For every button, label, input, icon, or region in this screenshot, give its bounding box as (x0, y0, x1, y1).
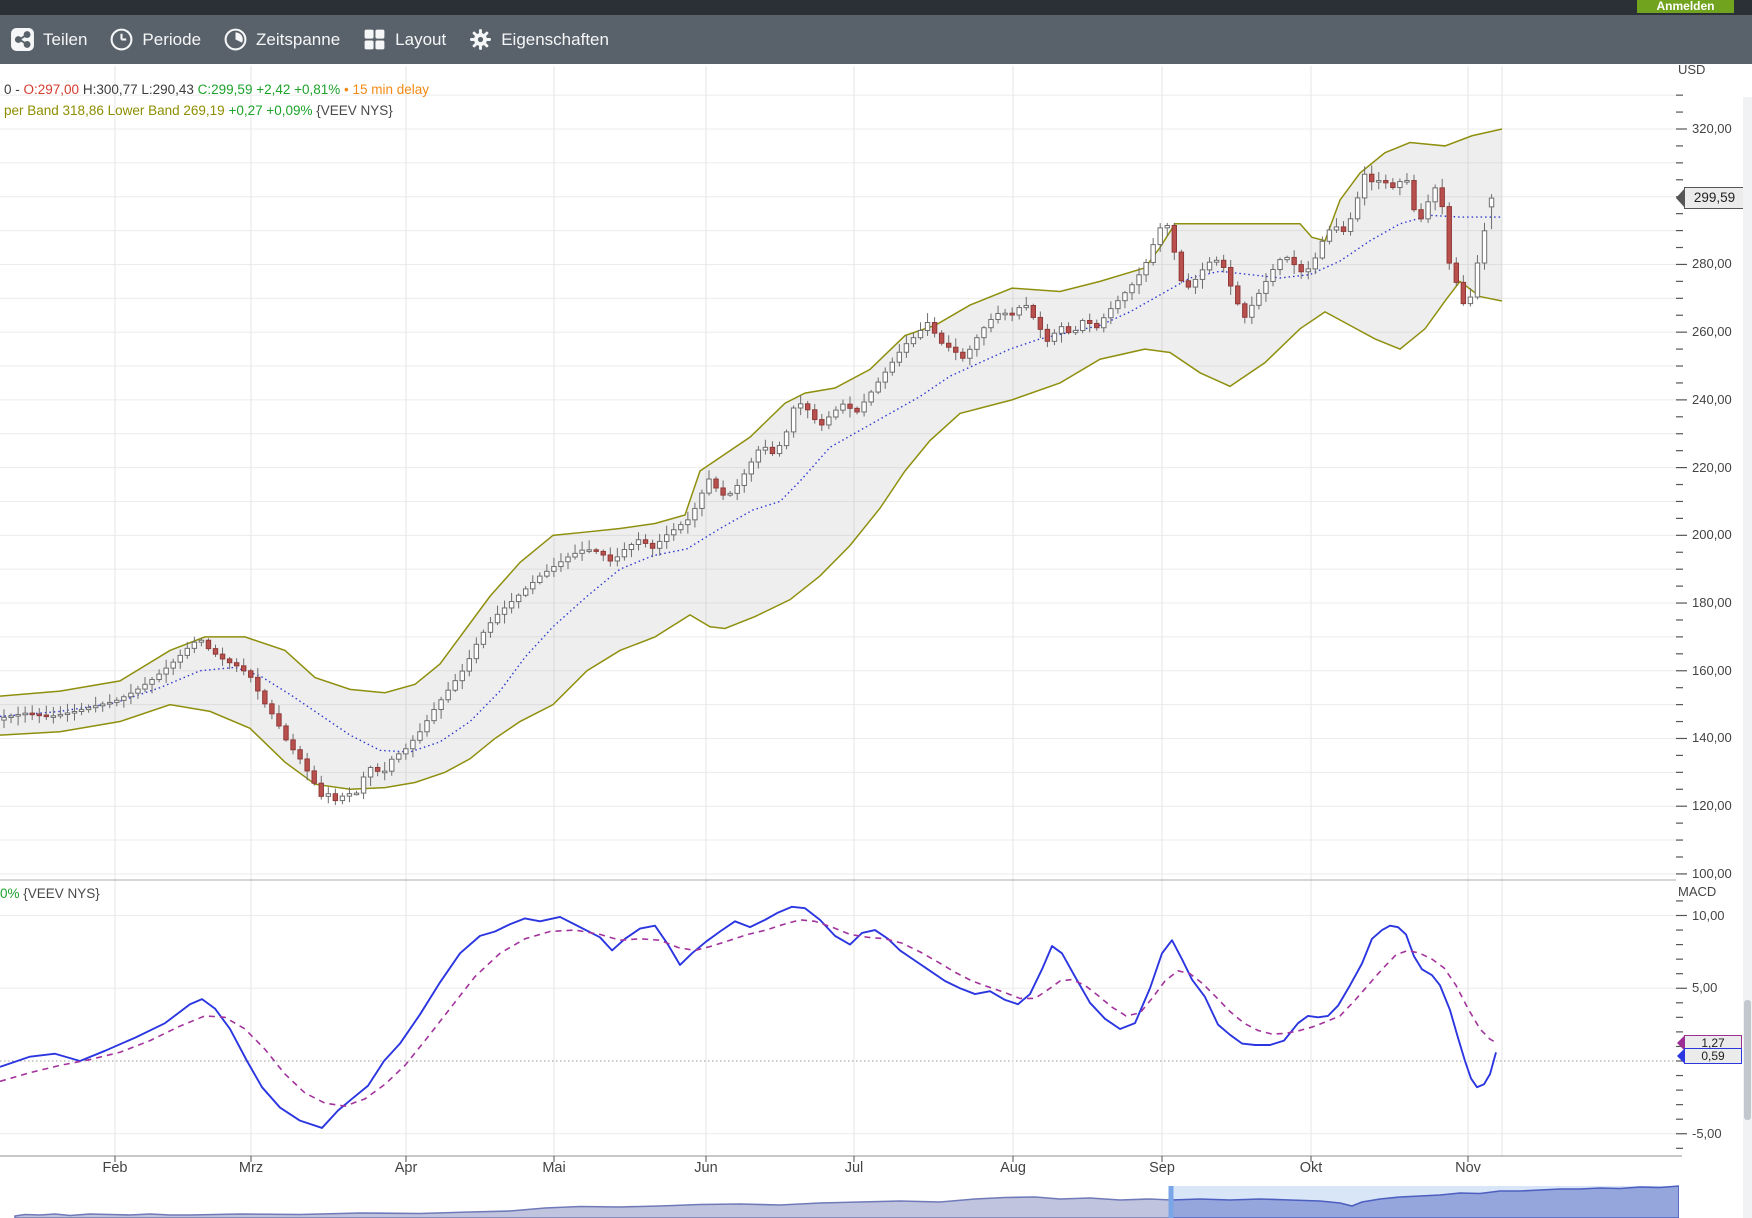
macd-header-segment: {VEEV NYS} (20, 886, 100, 901)
month-axis-label: Jul (832, 1160, 876, 1176)
price-axis-label: 120,00 (1692, 798, 1732, 814)
price-axis-label: 200,00 (1692, 527, 1732, 543)
last-price-badge: 299,59 (1684, 187, 1745, 209)
month-axis-label: Aug (991, 1160, 1035, 1176)
price-axis-label: 100,00 (1692, 866, 1732, 882)
month-axis-label: Sep (1140, 1160, 1184, 1176)
price-axis-label: 160,00 (1692, 663, 1732, 679)
macd-header-line: 0% {VEEV NYS} (0, 886, 100, 901)
month-axis-label: Apr (384, 1160, 428, 1176)
price-axis-label: 280,00 (1692, 256, 1732, 272)
month-axis-label: Nov (1446, 1160, 1490, 1176)
layout-button[interactable]: Layout (362, 27, 446, 52)
layout-grid-icon (362, 27, 387, 52)
ohlc-header-line: 0 - O:297,00 H:300,77 L:290,43 C:299,59 … (4, 82, 429, 97)
price-axis-label: 260,00 (1692, 324, 1732, 340)
share-button[interactable]: Teilen (10, 27, 87, 52)
timespan-button-label: Zeitspanne (256, 30, 340, 50)
macd-axis-title: MACD (1678, 884, 1716, 899)
ohlc-header-segment: C:299,59 +2,42 +0,81% (198, 82, 341, 97)
price-axis-label: 220,00 (1692, 460, 1732, 476)
macd-header-segment: 0% (0, 886, 20, 901)
badge-arrow-icon (1677, 1048, 1685, 1064)
vertical-scrollbar[interactable] (1743, 97, 1752, 1218)
chart-toolbar: Teilen Periode Zeitspanne Layout Eigensc… (0, 15, 1752, 64)
clock-icon (109, 27, 134, 52)
properties-button-label: Eigenschaften (501, 30, 609, 50)
login-button[interactable]: Anmelden (1637, 0, 1734, 13)
timespan-icon (223, 27, 248, 52)
price-axis-label: 320,00 (1692, 121, 1732, 137)
navigator-range-handle[interactable] (1169, 1186, 1174, 1218)
price-axis-label: 180,00 (1692, 595, 1732, 611)
bollinger-header-segment: {VEEV NYS} (313, 103, 393, 118)
share-icon (10, 27, 35, 52)
macd-axis-label: 5,00 (1692, 980, 1717, 996)
scrollbar-thumb[interactable] (1744, 1000, 1751, 1120)
macd-value-badge: 0,59 (1684, 1048, 1742, 1064)
month-axis-label: Mai (532, 1160, 576, 1176)
ohlc-header-segment: O:297,00 (24, 82, 80, 97)
price-axis-currency-label: USD (1678, 62, 1705, 77)
properties-button[interactable]: Eigenschaften (468, 27, 609, 52)
layout-button-label: Layout (395, 30, 446, 50)
top-bar: Anmelden (0, 0, 1752, 15)
month-axis-label: Feb (93, 1160, 137, 1176)
macd-axis-label: -5,00 (1692, 1126, 1722, 1142)
bollinger-header-line: per Band 318,86 Lower Band 269,19 +0,27 … (4, 103, 393, 118)
timespan-button[interactable]: Zeitspanne (223, 27, 340, 52)
ohlc-header-segment: 15 min delay (353, 82, 430, 97)
badge-arrow-icon (1676, 188, 1685, 208)
gear-icon (468, 27, 493, 52)
ohlc-header-segment: 0 - (4, 82, 24, 97)
price-axis-label: 240,00 (1692, 392, 1732, 408)
price-axis-label: 140,00 (1692, 730, 1732, 746)
period-button[interactable]: Periode (109, 27, 201, 52)
month-axis-label: Jun (684, 1160, 728, 1176)
ohlc-header-segment: H:300,77 L:290,43 (79, 82, 198, 97)
share-button-label: Teilen (43, 30, 87, 50)
charting-app: Anmelden Teilen Periode Zeitspanne Layou… (0, 0, 1752, 1218)
bollinger-header-segment: per Band 318,86 Lower Band 269,19 (4, 103, 228, 118)
price-macd-chart-canvas[interactable] (0, 0, 1752, 1218)
macd-axis-label: 10,00 (1692, 908, 1725, 924)
ohlc-header-segment: • (340, 82, 352, 97)
month-axis-label: Okt (1289, 1160, 1333, 1176)
period-button-label: Periode (142, 30, 201, 50)
month-axis-label: Mrz (229, 1160, 273, 1176)
bollinger-header-segment: +0,27 +0,09% (228, 103, 312, 118)
